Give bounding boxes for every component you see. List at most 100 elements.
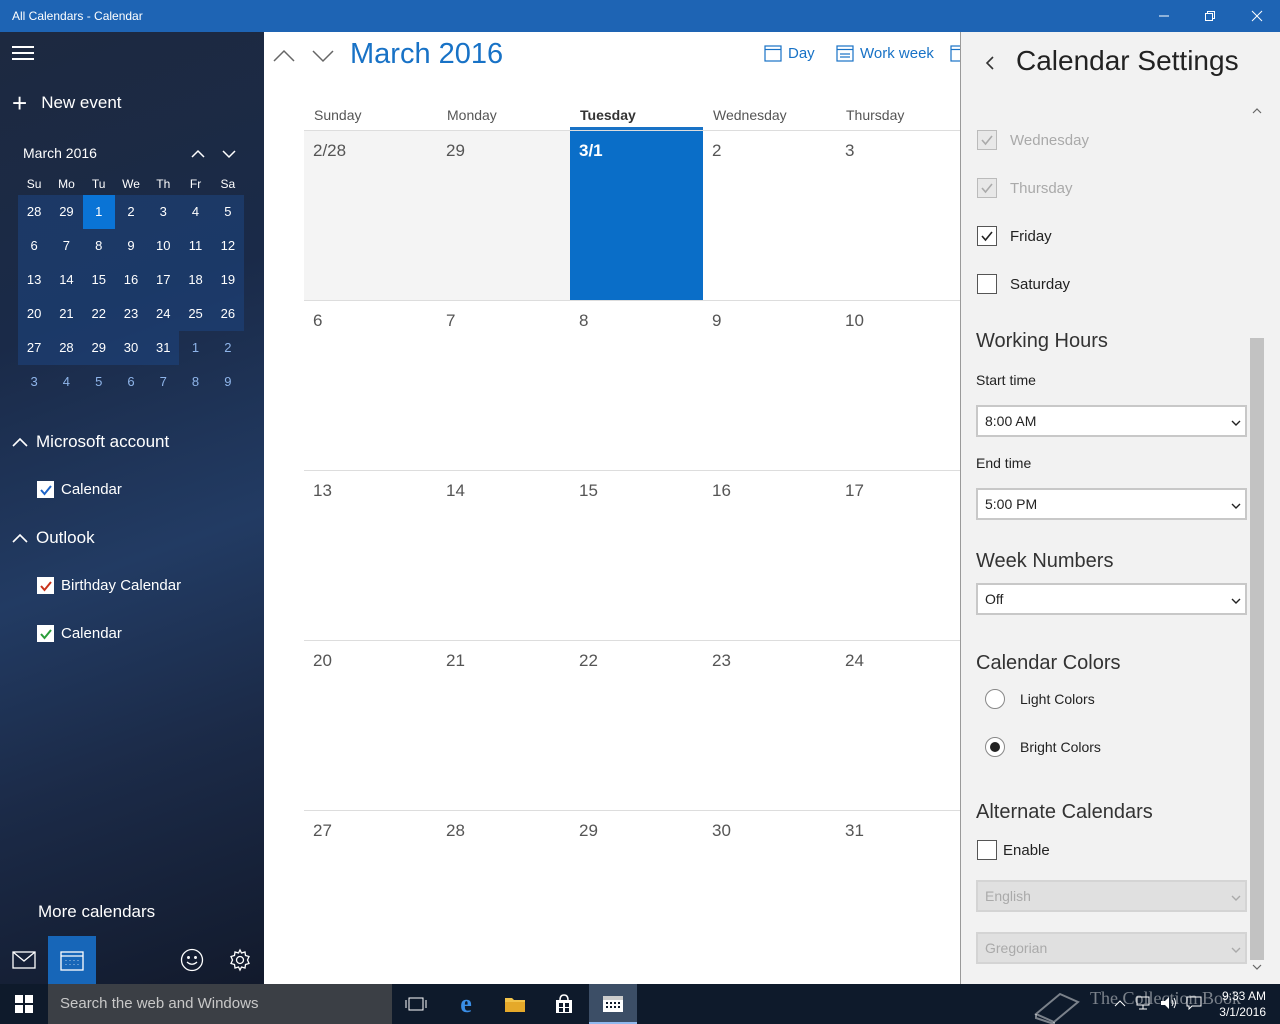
mini-next-month-button[interactable] bbox=[219, 144, 239, 164]
day-cell[interactable]: 2/28 bbox=[304, 131, 437, 300]
mini-day[interactable]: 2 bbox=[114, 195, 148, 229]
mini-day[interactable]: 24 bbox=[147, 297, 180, 331]
mini-day[interactable]: 3 bbox=[147, 195, 180, 229]
mini-day[interactable]: 2 bbox=[212, 331, 244, 365]
day-cell[interactable]: 9 bbox=[703, 301, 836, 470]
day-cell-today[interactable]: 3/1 bbox=[570, 131, 703, 300]
view-day-button[interactable]: Day bbox=[764, 44, 815, 62]
calendar-app-button[interactable] bbox=[48, 936, 96, 984]
mini-day[interactable]: 29 bbox=[82, 331, 115, 365]
enable-alternate-option[interactable]: Enable bbox=[977, 840, 1050, 860]
mini-day[interactable]: 25 bbox=[179, 297, 212, 331]
mini-day[interactable]: 5 bbox=[211, 195, 244, 229]
start-button[interactable] bbox=[0, 984, 48, 1024]
action-center-button[interactable] bbox=[1186, 996, 1202, 1015]
store-button[interactable] bbox=[540, 984, 588, 1024]
mini-day[interactable]: 7 bbox=[147, 365, 179, 399]
settings-button[interactable] bbox=[216, 936, 264, 984]
close-button[interactable] bbox=[1234, 0, 1280, 32]
back-button[interactable] bbox=[981, 54, 999, 72]
mini-day-today[interactable]: 1 bbox=[82, 195, 115, 229]
radio-button[interactable] bbox=[985, 689, 1005, 709]
mini-day[interactable]: 4 bbox=[179, 195, 212, 229]
day-cell[interactable]: 27 bbox=[304, 811, 437, 980]
day-checkbox[interactable] bbox=[977, 178, 997, 198]
day-option-thursday[interactable]: Thursday bbox=[977, 178, 1073, 198]
day-cell[interactable]: 6 bbox=[304, 301, 437, 470]
taskbar-search-box[interactable]: Search the web and Windows bbox=[48, 984, 392, 1024]
day-cell[interactable]: 3 bbox=[836, 131, 960, 300]
day-cell[interactable]: 31 bbox=[836, 811, 960, 980]
day-cell[interactable]: 28 bbox=[437, 811, 570, 980]
mini-day[interactable]: 8 bbox=[179, 365, 211, 399]
bright-colors-radio[interactable]: Bright Colors bbox=[985, 737, 1101, 757]
scrollbar-thumb[interactable] bbox=[1250, 338, 1264, 960]
mini-day[interactable]: 11 bbox=[179, 229, 212, 263]
mini-day[interactable]: 5 bbox=[83, 365, 115, 399]
restore-button[interactable] bbox=[1187, 0, 1233, 32]
mini-day[interactable]: 18 bbox=[179, 263, 212, 297]
mini-day[interactable]: 6 bbox=[18, 229, 51, 263]
day-cell[interactable]: 21 bbox=[437, 641, 570, 810]
mini-day[interactable]: 20 bbox=[18, 297, 51, 331]
day-cell[interactable]: 8 bbox=[570, 301, 703, 470]
day-cell[interactable]: 30 bbox=[703, 811, 836, 980]
mini-day[interactable]: 4 bbox=[50, 365, 82, 399]
mini-day[interactable]: 10 bbox=[147, 229, 180, 263]
taskbar-clock[interactable]: 9:33 AM 3/1/2016 bbox=[1219, 988, 1266, 1020]
network-button[interactable] bbox=[1136, 996, 1152, 1015]
group-microsoft-account[interactable]: Microsoft account bbox=[12, 432, 169, 452]
new-event-button[interactable]: + New event bbox=[12, 90, 122, 116]
mini-day[interactable]: 8 bbox=[82, 229, 115, 263]
file-explorer-button[interactable] bbox=[491, 984, 539, 1024]
enable-checkbox[interactable] bbox=[977, 840, 997, 860]
mini-day[interactable]: 1 bbox=[179, 331, 211, 365]
week-numbers-select[interactable]: Off bbox=[976, 583, 1247, 615]
radio-button[interactable] bbox=[985, 737, 1005, 757]
mini-day[interactable]: 13 bbox=[18, 263, 51, 297]
day-cell[interactable]: 24 bbox=[836, 641, 960, 810]
mini-day[interactable]: 17 bbox=[147, 263, 180, 297]
calendar-item-microsoft-calendar[interactable]: Calendar bbox=[37, 481, 122, 498]
mini-day[interactable]: 9 bbox=[212, 365, 244, 399]
mini-day[interactable]: 6 bbox=[115, 365, 147, 399]
calendar-item-outlook-calendar[interactable]: Calendar bbox=[37, 625, 122, 642]
day-cell[interactable]: 7 bbox=[437, 301, 570, 470]
view-workweek-button[interactable]: Work week bbox=[836, 44, 934, 62]
calendar-checkbox[interactable] bbox=[37, 577, 54, 594]
alternate-language-select[interactable]: English bbox=[976, 880, 1247, 912]
mini-day[interactable]: 31 bbox=[147, 331, 180, 365]
mini-day[interactable]: 29 bbox=[50, 195, 83, 229]
day-cell[interactable]: 2 bbox=[703, 131, 836, 300]
mini-day[interactable]: 26 bbox=[211, 297, 244, 331]
day-cell[interactable]: 22 bbox=[570, 641, 703, 810]
mini-day[interactable]: 28 bbox=[50, 331, 83, 365]
calendar-taskbar-button[interactable] bbox=[589, 984, 637, 1024]
volume-button[interactable] bbox=[1160, 996, 1178, 1015]
calendar-item-birthday[interactable]: Birthday Calendar bbox=[37, 577, 181, 594]
edge-button[interactable]: e bbox=[442, 984, 490, 1024]
day-cell[interactable]: 20 bbox=[304, 641, 437, 810]
minimize-button[interactable] bbox=[1141, 0, 1187, 32]
show-hidden-icons-button[interactable] bbox=[1114, 996, 1126, 1014]
scroll-down-button[interactable] bbox=[1251, 960, 1263, 970]
next-month-button[interactable] bbox=[311, 44, 335, 68]
mini-day[interactable]: 30 bbox=[114, 331, 148, 365]
day-cell[interactable]: 16 bbox=[703, 471, 836, 640]
mini-day[interactable]: 3 bbox=[18, 365, 50, 399]
day-cell[interactable]: 10 bbox=[836, 301, 960, 470]
day-cell[interactable]: 14 bbox=[437, 471, 570, 640]
day-option-wednesday[interactable]: Wednesday bbox=[977, 130, 1089, 150]
mini-day[interactable]: 16 bbox=[114, 263, 148, 297]
end-time-select[interactable]: 5:00 PM bbox=[976, 488, 1247, 520]
more-calendars-link[interactable]: More calendars bbox=[38, 902, 155, 922]
day-checkbox[interactable] bbox=[977, 130, 997, 150]
day-checkbox[interactable] bbox=[977, 274, 997, 294]
day-option-friday[interactable]: Friday bbox=[977, 226, 1052, 246]
light-colors-radio[interactable]: Light Colors bbox=[985, 689, 1095, 709]
task-view-button[interactable] bbox=[392, 984, 440, 1024]
alternate-type-select[interactable]: Gregorian bbox=[976, 932, 1247, 964]
mini-day[interactable]: 7 bbox=[50, 229, 83, 263]
mini-day[interactable]: 15 bbox=[82, 263, 115, 297]
calendar-checkbox[interactable] bbox=[37, 481, 54, 498]
